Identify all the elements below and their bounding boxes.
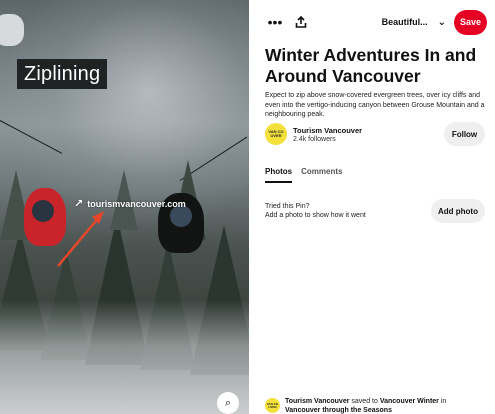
arrow-up-right-icon: ↗ xyxy=(74,198,84,210)
saved-to-label: saved to xyxy=(351,398,378,405)
content-tabs: Photos Comments xyxy=(265,167,342,183)
pin-description: Expect to zip above snow-covered evergre… xyxy=(265,92,485,118)
saved-to-row: VAN CO UVER Tourism Vancouver saved to V… xyxy=(265,398,490,414)
tried-question: Tried this Pin? xyxy=(265,203,310,210)
pin-title: Winter Adventures In and Around Vancouve… xyxy=(265,45,477,86)
saved-user-link[interactable]: Tourism Vancouver xyxy=(285,398,349,405)
visual-search-icon: ⌕ xyxy=(224,396,232,409)
save-button[interactable]: Save xyxy=(454,9,487,35)
tried-pin-text: Tried this Pin? Add a photo to show how … xyxy=(265,202,366,220)
tried-prompt: Add a photo to show how it went xyxy=(265,212,366,219)
overlay-title: Ziplining xyxy=(17,59,108,89)
board-dropdown[interactable]: Beautiful... ⌄ xyxy=(382,17,446,28)
source-link[interactable]: ↗ tourismvancouver.com xyxy=(74,197,186,210)
tried-pin-row: Tried this Pin? Add a photo to show how … xyxy=(265,199,485,223)
avatar-logo-text: VAN CO UVER xyxy=(266,401,279,409)
source-link-label: tourismvancouver.com xyxy=(87,198,186,209)
saved-to-text: Tourism Vancouver saved to Vancouver Win… xyxy=(285,398,446,414)
pin-image[interactable]: Ziplining ↗ tourismvancouver.com ⌕ xyxy=(0,0,249,414)
saved-in-label: in xyxy=(440,398,447,405)
pin-toolbar: ••• Beautiful... ⌄ Save xyxy=(262,8,487,36)
share-button[interactable] xyxy=(288,9,314,35)
more-options-button[interactable]: ••• xyxy=(262,9,288,35)
visual-search-button[interactable]: ⌕ xyxy=(217,392,239,414)
creator-followers: 2.4k followers xyxy=(293,135,336,143)
share-icon xyxy=(295,16,307,28)
creator-info: Tourism Vancouver 2.4k followers xyxy=(293,126,362,143)
avatar-logo-text: VAN CO UVER xyxy=(268,129,284,138)
more-horizontal-icon: ••• xyxy=(267,14,283,30)
creator-row: VAN CO UVER Tourism Vancouver 2.4k follo… xyxy=(265,122,485,146)
follow-button[interactable]: Follow xyxy=(444,122,485,146)
board-name: Beautiful... xyxy=(381,17,428,27)
avatar[interactable]: VAN CO UVER xyxy=(265,398,280,413)
avatar[interactable]: VAN CO UVER xyxy=(265,123,287,145)
tab-photos[interactable]: Photos xyxy=(265,167,293,183)
tab-comments[interactable]: Comments xyxy=(301,167,342,183)
saved-board-link[interactable]: Vancouver Winter xyxy=(380,398,439,405)
saved-parent-board-link[interactable]: Vancouver through the Seasons xyxy=(285,407,392,414)
creator-name[interactable]: Tourism Vancouver xyxy=(293,126,362,135)
chevron-down-icon: ⌄ xyxy=(437,16,446,28)
add-photo-button[interactable]: Add photo xyxy=(431,199,485,223)
